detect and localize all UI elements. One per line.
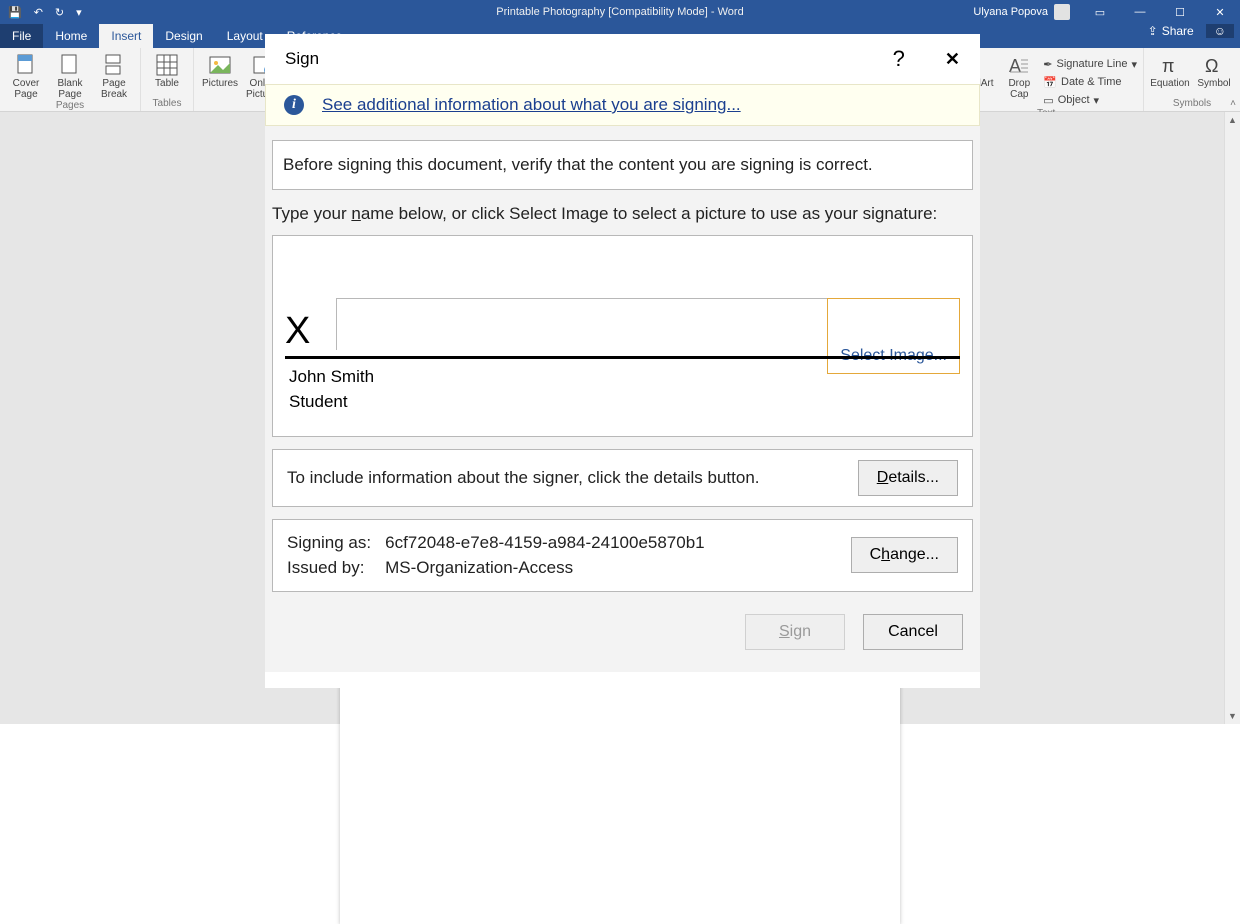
help-icon[interactable]: ? [893, 46, 905, 72]
equation-icon: π [1159, 54, 1181, 76]
verify-panel: Before signing this document, verify tha… [272, 140, 973, 190]
ribbon-display-icon[interactable]: ▭ [1080, 0, 1120, 24]
symbol-button[interactable]: Ω Symbol [1194, 54, 1234, 89]
table-button[interactable]: Table [147, 54, 187, 89]
certificate-panel: Signing as: Issued by: 6cf72048-e7e8-415… [272, 519, 973, 592]
change-button[interactable]: Change... [851, 537, 958, 573]
signature-instruction: Type your name below, or click Select Im… [272, 202, 973, 227]
svg-text:A: A [1009, 56, 1021, 76]
dropdown-icon: ▾ [1131, 58, 1137, 71]
share-label: Share [1162, 24, 1194, 38]
signature-name-input[interactable] [336, 298, 828, 350]
object-button[interactable]: ▭Object▾ [1043, 92, 1137, 108]
minimize-icon[interactable]: — [1120, 0, 1160, 24]
group-label-symbols: Symbols [1173, 98, 1211, 111]
group-label-tables: Tables [153, 98, 182, 111]
signing-as-value: 6cf72048-e7e8-4159-a984-24100e5870b1 [385, 530, 705, 556]
page-break-button[interactable]: Page Break [94, 54, 134, 100]
close-icon[interactable]: ✕ [1200, 0, 1240, 24]
pictures-icon [209, 54, 231, 76]
avatar-icon [1054, 4, 1070, 20]
signing-as-label: Signing as: [287, 530, 371, 556]
redo-icon[interactable]: ↻ [55, 6, 64, 19]
tab-home[interactable]: Home [43, 24, 99, 48]
date-time-button[interactable]: 📅Date & Time [1043, 74, 1137, 90]
details-button[interactable]: Details... [858, 460, 958, 496]
sign-dialog: Sign ? ✕ i See additional information ab… [265, 34, 980, 688]
signer-name: John Smith [289, 364, 374, 390]
issued-by-label: Issued by: [287, 555, 371, 581]
tab-insert[interactable]: Insert [99, 24, 153, 48]
select-image-button[interactable]: Select Image... [827, 298, 960, 374]
object-icon: ▭ [1043, 94, 1053, 107]
equation-button[interactable]: π Equation [1150, 54, 1190, 89]
cover-page-button[interactable]: Cover Page [6, 54, 46, 100]
details-panel: To include information about the signer,… [272, 449, 973, 507]
table-icon [156, 54, 178, 76]
group-tables: Table Tables [141, 48, 194, 111]
info-link[interactable]: See additional information about what yo… [322, 95, 741, 115]
group-symbols: π Equation Ω Symbol Symbols [1144, 48, 1240, 111]
blank-page-button[interactable]: Blank Page [50, 54, 90, 100]
signature-box: X Select Image... John Smith Student [272, 235, 973, 437]
cover-page-icon [15, 54, 37, 76]
save-icon[interactable]: 💾 [8, 6, 22, 19]
signer-title: Student [289, 389, 374, 415]
svg-text:Ω: Ω [1205, 56, 1218, 76]
signature-line-icon: ✒ [1043, 58, 1052, 71]
signature-x-mark: X [285, 312, 308, 350]
close-dialog-icon[interactable]: ✕ [945, 49, 960, 70]
undo-icon[interactable]: ↶ [34, 6, 43, 19]
blank-page-icon [59, 54, 81, 76]
verify-message: Before signing this document, verify tha… [283, 155, 873, 174]
tab-design[interactable]: Design [153, 24, 214, 48]
tab-file[interactable]: File [0, 24, 43, 48]
sign-button: Sign [745, 614, 845, 650]
drop-cap-button[interactable]: A Drop Cap [999, 54, 1039, 100]
user-name: Ulyana Popova [973, 6, 1048, 18]
pictures-button[interactable]: Pictures [200, 54, 240, 89]
svg-text:π: π [1162, 56, 1174, 76]
titlebar-help-icon[interactable]: ☺ [1206, 24, 1234, 38]
issued-by-value: MS-Organization-Access [385, 555, 705, 581]
scroll-up-icon[interactable]: ▲ [1225, 112, 1240, 128]
info-bar: i See additional information about what … [265, 84, 980, 126]
page-break-icon [103, 54, 125, 76]
share-button[interactable]: ⇪ Share ☺ [1148, 24, 1234, 38]
drop-cap-icon: A [1008, 54, 1030, 76]
date-time-icon: 📅 [1043, 76, 1057, 89]
maximize-icon[interactable]: ☐ [1160, 0, 1200, 24]
info-icon: i [284, 95, 304, 115]
qat-dropdown-icon[interactable]: ▾ [76, 6, 82, 19]
share-icon: ⇪ [1148, 24, 1158, 38]
dropdown-icon: ▾ [1094, 94, 1100, 107]
signature-line-button[interactable]: ✒Signature Line▾ [1043, 56, 1137, 72]
details-text: To include information about the signer,… [287, 468, 760, 488]
scroll-down-icon[interactable]: ▼ [1225, 708, 1240, 724]
group-pages: Cover Page Blank Page Page Break Pages [0, 48, 141, 111]
user-account[interactable]: Ulyana Popova [963, 4, 1080, 20]
symbol-icon: Ω [1203, 54, 1225, 76]
collapse-ribbon-icon[interactable]: ˄ [1230, 98, 1236, 109]
dialog-title: Sign [285, 49, 319, 69]
signature-line [285, 356, 960, 359]
vertical-scrollbar[interactable]: ▲ ▼ [1224, 112, 1240, 724]
cancel-button[interactable]: Cancel [863, 614, 963, 650]
window-titlebar: 💾 ↶ ↻ ▾ Printable Photography [Compatibi… [0, 0, 1240, 24]
